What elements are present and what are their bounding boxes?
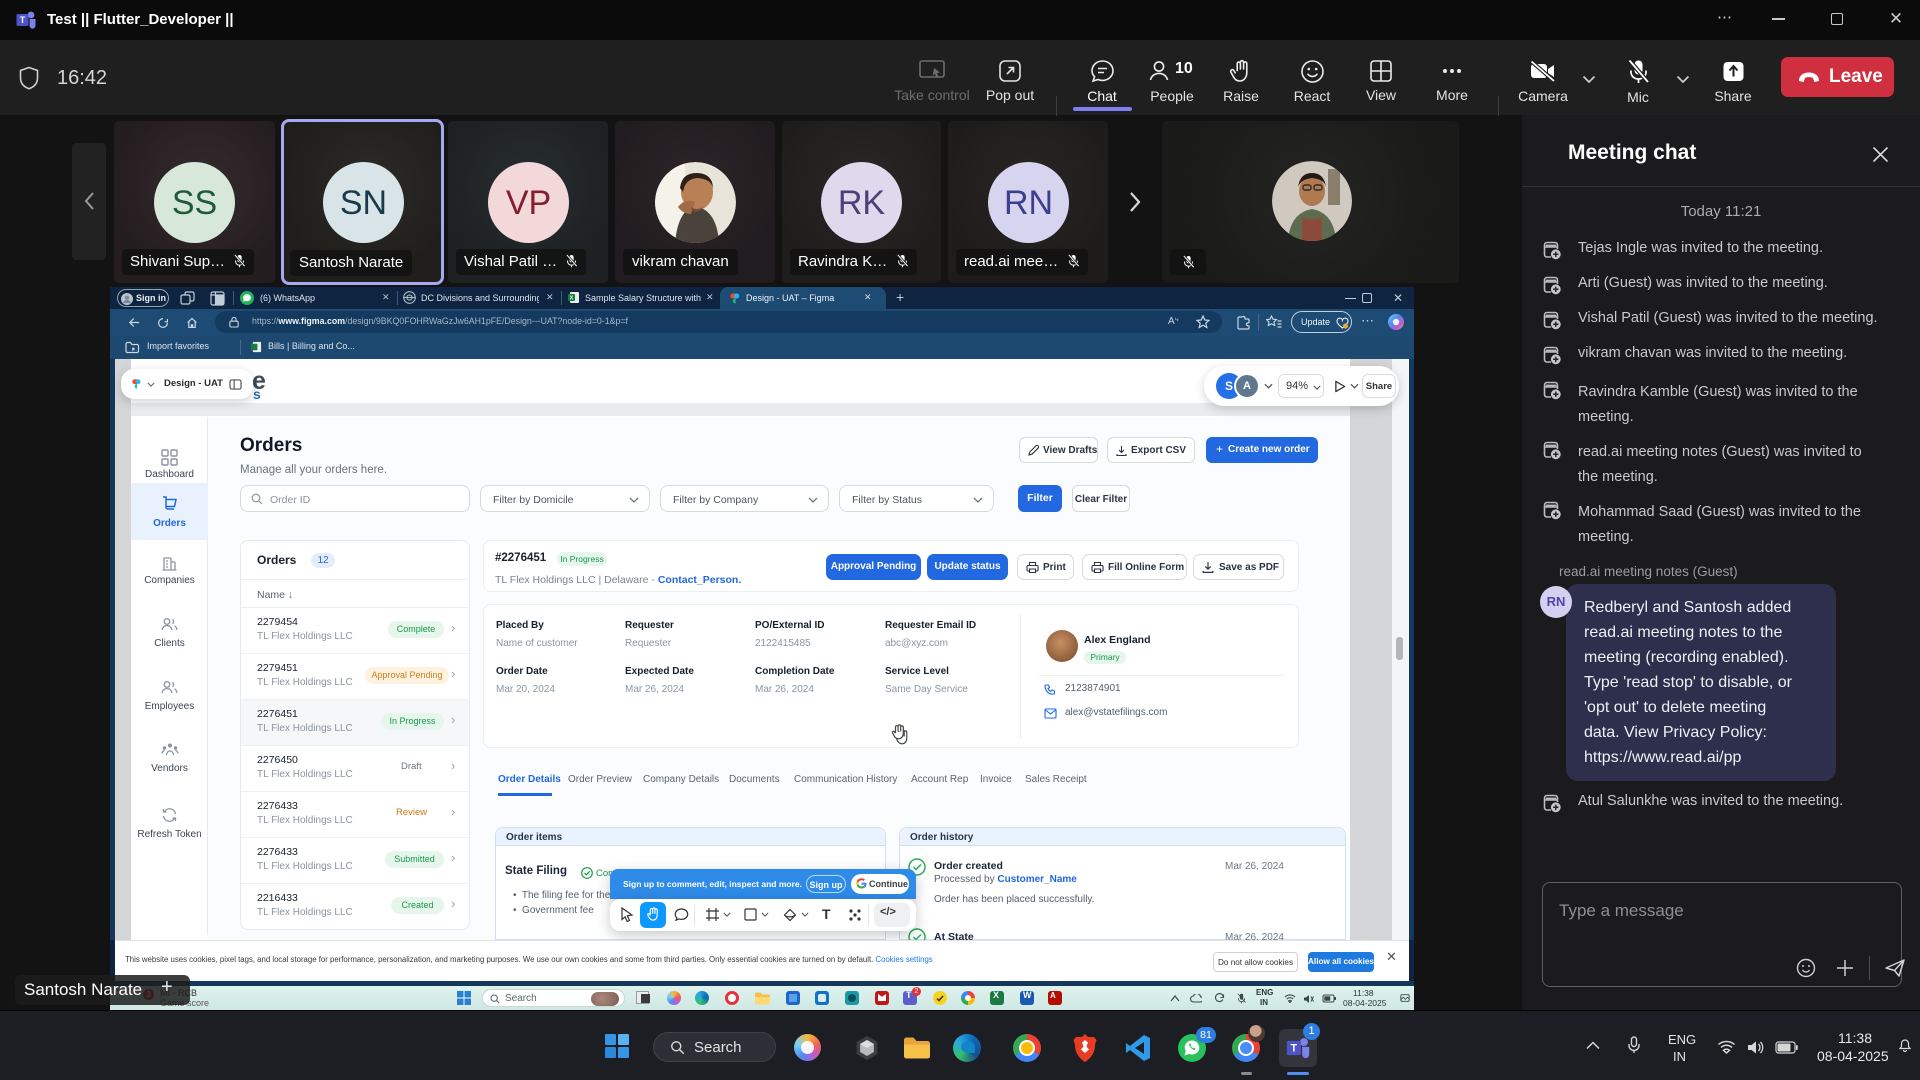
svg-text:X: X (570, 296, 574, 302)
svg-text:T: T (1291, 1043, 1298, 1055)
svg-text:T: T (20, 15, 26, 25)
